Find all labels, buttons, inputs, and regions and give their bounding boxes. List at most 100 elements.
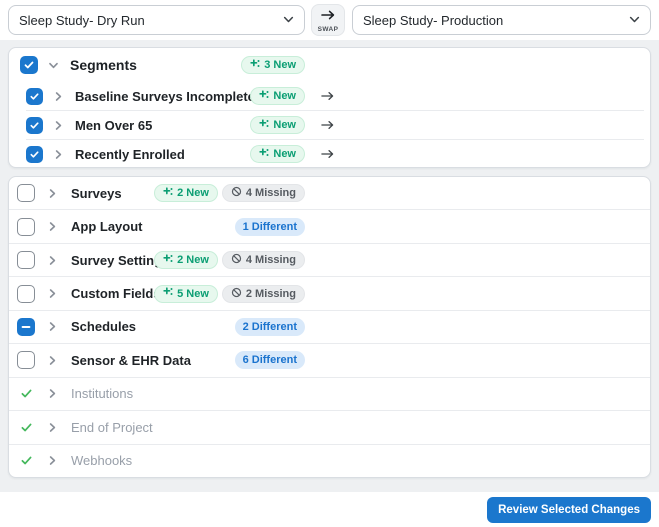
- badge-label: 3 New: [264, 59, 296, 71]
- chevron-right-icon[interactable]: [49, 145, 67, 163]
- missing-count-badge: 4 Missing: [222, 251, 305, 269]
- ban-icon: [231, 253, 242, 267]
- section-label: Custom Fields: [71, 286, 161, 301]
- section-checkbox[interactable]: [17, 351, 35, 369]
- segment-row[interactable]: Recently Enrolled New: [9, 140, 650, 168]
- new-badge: New: [250, 87, 305, 105]
- new-count-badge: 3 New: [241, 56, 305, 74]
- segment-badges: New: [250, 87, 305, 105]
- section-row-survey-settings[interactable]: Survey Settings 2 New 4 Missing: [9, 243, 650, 276]
- segment-checkbox[interactable]: [26, 146, 43, 163]
- ban-icon: [231, 186, 242, 200]
- chevron-right-icon[interactable]: [43, 418, 61, 436]
- section-badges: 6 Different: [235, 351, 305, 369]
- section-badges: 2 New 4 Missing: [154, 251, 305, 269]
- badge-label: 2 Missing: [246, 288, 296, 300]
- section-row-app-layout[interactable]: App Layout 1 Different: [9, 209, 650, 242]
- chevron-down-icon: [283, 13, 294, 28]
- source-project-select[interactable]: Sleep Study- Dry Run: [8, 5, 305, 35]
- section-checkbox[interactable]: [17, 251, 35, 269]
- segment-checkbox[interactable]: [26, 117, 43, 134]
- section-badges: 2 New 4 Missing: [154, 184, 305, 202]
- segment-row[interactable]: Baseline Surveys Incomplete New: [9, 82, 650, 110]
- new-count-badge: 2 New: [154, 184, 218, 202]
- check-icon: [17, 418, 35, 436]
- chevron-down-icon[interactable]: [44, 56, 62, 74]
- section-checkbox-indeterminate[interactable]: [17, 318, 35, 336]
- comparison-toolbar: Sleep Study- Dry Run SWAP Sleep Study- P…: [0, 0, 659, 40]
- badge-label: 4 Missing: [246, 254, 296, 266]
- section-row-end-of-project[interactable]: End of Project: [9, 410, 650, 443]
- new-count-badge: 2 New: [154, 251, 218, 269]
- section-row-webhooks[interactable]: Webhooks: [9, 444, 650, 477]
- new-badge: New: [250, 145, 305, 163]
- section-badges: 5 New 2 Missing: [154, 285, 305, 303]
- chevron-right-icon[interactable]: [43, 452, 61, 470]
- sparkle-plus-icon: [259, 119, 269, 132]
- badge-label: New: [273, 148, 296, 160]
- review-selected-changes-button[interactable]: Review Selected Changes: [487, 497, 651, 523]
- section-checkbox[interactable]: [17, 285, 35, 303]
- sparkle-plus-icon: [250, 59, 260, 72]
- chevron-right-icon[interactable]: [43, 318, 61, 336]
- section-row-schedules[interactable]: Schedules 2 Different: [9, 310, 650, 343]
- segment-badges: New: [250, 145, 305, 163]
- section-row-institutions[interactable]: Institutions: [9, 377, 650, 410]
- sparkle-plus-icon: [163, 187, 173, 200]
- segment-checkbox[interactable]: [26, 88, 43, 105]
- badge-label: New: [273, 119, 296, 131]
- badge-label: 2 New: [177, 254, 209, 266]
- chevron-right-icon[interactable]: [43, 385, 61, 403]
- segments-checkbox[interactable]: [20, 56, 38, 74]
- badge-label: 6 Different: [243, 354, 297, 366]
- swap-button-label: SWAP: [318, 26, 339, 33]
- arrow-right-icon[interactable]: [319, 145, 337, 163]
- chevron-right-icon[interactable]: [43, 184, 61, 202]
- section-label: Institutions: [71, 386, 133, 401]
- badge-label: 2 New: [177, 187, 209, 199]
- section-checkbox[interactable]: [17, 184, 35, 202]
- check-icon: [17, 385, 35, 403]
- chevron-right-icon[interactable]: [43, 351, 61, 369]
- missing-count-badge: 2 Missing: [222, 285, 305, 303]
- segment-label: Recently Enrolled: [75, 147, 185, 162]
- swap-button[interactable]: SWAP: [311, 4, 345, 36]
- sparkle-plus-icon: [163, 254, 173, 267]
- section-label: Surveys: [71, 186, 122, 201]
- missing-count-badge: 4 Missing: [222, 184, 305, 202]
- new-badge: New: [250, 116, 305, 134]
- badge-label: 1 Different: [243, 221, 297, 233]
- target-project-select[interactable]: Sleep Study- Production: [352, 5, 651, 35]
- arrow-right-icon[interactable]: [319, 116, 337, 134]
- badge-label: New: [273, 90, 296, 102]
- chevron-right-icon[interactable]: [49, 87, 67, 105]
- section-label: Sensor & EHR Data: [71, 353, 191, 368]
- chevron-right-icon[interactable]: [43, 251, 61, 269]
- badge-label: 5 New: [177, 288, 209, 300]
- sparkle-plus-icon: [163, 287, 173, 300]
- section-row-sensor-ehr-data[interactable]: Sensor & EHR Data 6 Different: [9, 343, 650, 376]
- sparkle-plus-icon: [259, 90, 269, 103]
- section-row-custom-fields[interactable]: Custom Fields 5 New 2 Missing: [9, 276, 650, 309]
- badge-label: 4 Missing: [246, 187, 296, 199]
- segment-label: Men Over 65: [75, 118, 152, 133]
- arrow-right-icon: [321, 7, 336, 25]
- chevron-right-icon[interactable]: [43, 285, 61, 303]
- segment-label: Baseline Surveys Incomplete: [75, 89, 255, 104]
- different-count-badge: 1 Different: [235, 218, 305, 236]
- ban-icon: [231, 287, 242, 301]
- chevron-down-icon: [629, 13, 640, 28]
- section-label: App Layout: [71, 219, 143, 234]
- arrow-right-icon[interactable]: [319, 87, 337, 105]
- section-checkbox[interactable]: [17, 218, 35, 236]
- segments-header-row[interactable]: Segments 3 New: [9, 48, 650, 82]
- segment-row[interactable]: Men Over 65 New: [9, 111, 650, 139]
- chevron-right-icon[interactable]: [43, 218, 61, 236]
- section-row-surveys[interactable]: Surveys 2 New 4 Missing: [9, 177, 650, 209]
- source-project-value: Sleep Study- Dry Run: [19, 13, 283, 28]
- chevron-right-icon[interactable]: [49, 116, 67, 134]
- segments-card: Segments 3 New Baseline Surveys Incomple…: [8, 47, 651, 168]
- section-label: Schedules: [71, 319, 136, 334]
- new-count-badge: 5 New: [154, 285, 218, 303]
- sparkle-plus-icon: [259, 148, 269, 161]
